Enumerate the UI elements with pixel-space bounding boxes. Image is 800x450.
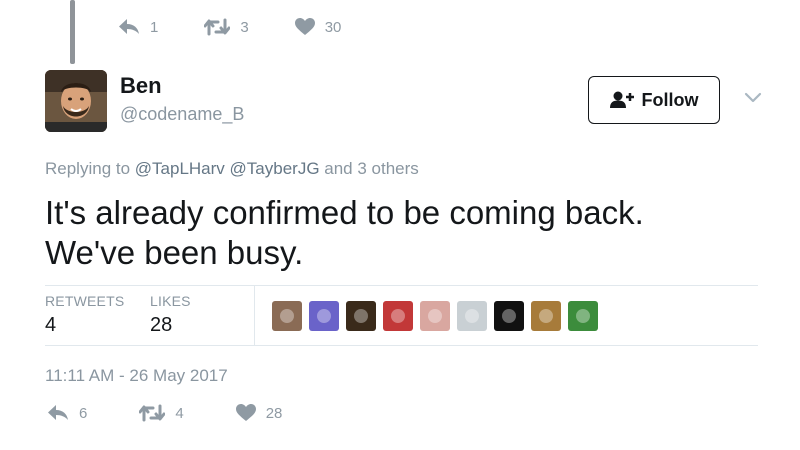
liker-avatar-face: [280, 309, 294, 323]
like-count: 28: [265, 404, 283, 422]
tweet-text-line: It's already confirmed to be coming back…: [45, 194, 644, 231]
prev-retweet-button[interactable]: 3: [204, 18, 249, 36]
heart-icon: [294, 18, 315, 35]
liker-avatar[interactable]: [272, 301, 302, 331]
liker-avatar-face: [391, 309, 405, 323]
divider: [45, 345, 758, 346]
liker-avatar[interactable]: [531, 301, 561, 331]
prev-reply-button[interactable]: 1: [118, 18, 158, 36]
prev-retweet-count: 3: [240, 18, 249, 36]
thread-connector-line: [70, 0, 75, 64]
liker-avatar-face: [502, 309, 516, 323]
liker-avatar-face: [539, 309, 553, 323]
retweets-stat-value: 4: [45, 314, 57, 336]
prev-reply-count: 1: [150, 18, 159, 36]
prev-like-count: 30: [324, 18, 342, 36]
prev-like-button[interactable]: 30: [294, 18, 342, 36]
follow-button[interactable]: Follow: [588, 76, 720, 124]
replying-others-link[interactable]: and 3 others: [320, 159, 419, 178]
tweet-text: It's already confirmed to be coming back…: [45, 193, 785, 273]
liker-avatar-face: [576, 309, 590, 323]
reply-button[interactable]: 6: [47, 404, 87, 422]
retweet-count: 4: [175, 404, 184, 422]
tweet-text-line: We've been busy.: [45, 234, 304, 271]
likes-stat[interactable]: LIKES 28: [150, 293, 191, 337]
chevron-down-icon: [744, 92, 762, 103]
divider: [45, 285, 758, 286]
likes-stat-value: 28: [150, 314, 173, 336]
liker-avatar-face: [354, 309, 368, 323]
tweet-actions: 6 4 28: [47, 404, 334, 422]
reply-count: 6: [79, 404, 88, 422]
like-button[interactable]: 28: [235, 404, 283, 422]
previous-tweet-actions: 1 3 30: [118, 18, 387, 36]
liker-avatar[interactable]: [494, 301, 524, 331]
retweet-icon: [139, 404, 166, 422]
retweet-button[interactable]: 4: [139, 404, 184, 422]
liker-avatar-face: [465, 309, 479, 323]
retweets-stat[interactable]: RETWEETS 4: [45, 293, 124, 337]
replying-to-line: Replying to @TapLHarv @TayberJG and 3 ot…: [45, 159, 419, 179]
liker-avatar[interactable]: [568, 301, 598, 331]
liker-avatar[interactable]: [420, 301, 450, 331]
stats-divider: [254, 286, 255, 345]
reply-icon: [48, 405, 68, 420]
replying-user-link[interactable]: @TayberJG: [230, 159, 320, 178]
tweet-timestamp[interactable]: 11:11 AM - 26 May 2017: [45, 366, 228, 386]
author-handle[interactable]: @codename_B: [120, 104, 244, 125]
liker-avatar[interactable]: [346, 301, 376, 331]
retweets-stat-label: RETWEETS: [45, 293, 125, 309]
liker-avatar[interactable]: [309, 301, 339, 331]
replying-user-link[interactable]: @TapLHarv: [135, 159, 225, 178]
likes-stat-label: LIKES: [150, 293, 191, 309]
retweet-icon: [204, 18, 231, 36]
liker-avatar[interactable]: [457, 301, 487, 331]
heart-icon: [235, 404, 256, 421]
follow-label: Follow: [641, 89, 699, 110]
more-options-button[interactable]: [744, 91, 762, 109]
author-avatar[interactable]: [45, 70, 107, 132]
reply-icon: [119, 19, 139, 34]
liker-avatar[interactable]: [383, 301, 413, 331]
add-user-icon: [609, 91, 634, 108]
author-name[interactable]: Ben: [120, 73, 162, 99]
likers-avatars: [272, 301, 605, 331]
liker-avatar-face: [317, 309, 331, 323]
avatar-image: [45, 70, 107, 132]
replying-prefix: Replying to: [45, 159, 135, 178]
liker-avatar-face: [428, 309, 442, 323]
